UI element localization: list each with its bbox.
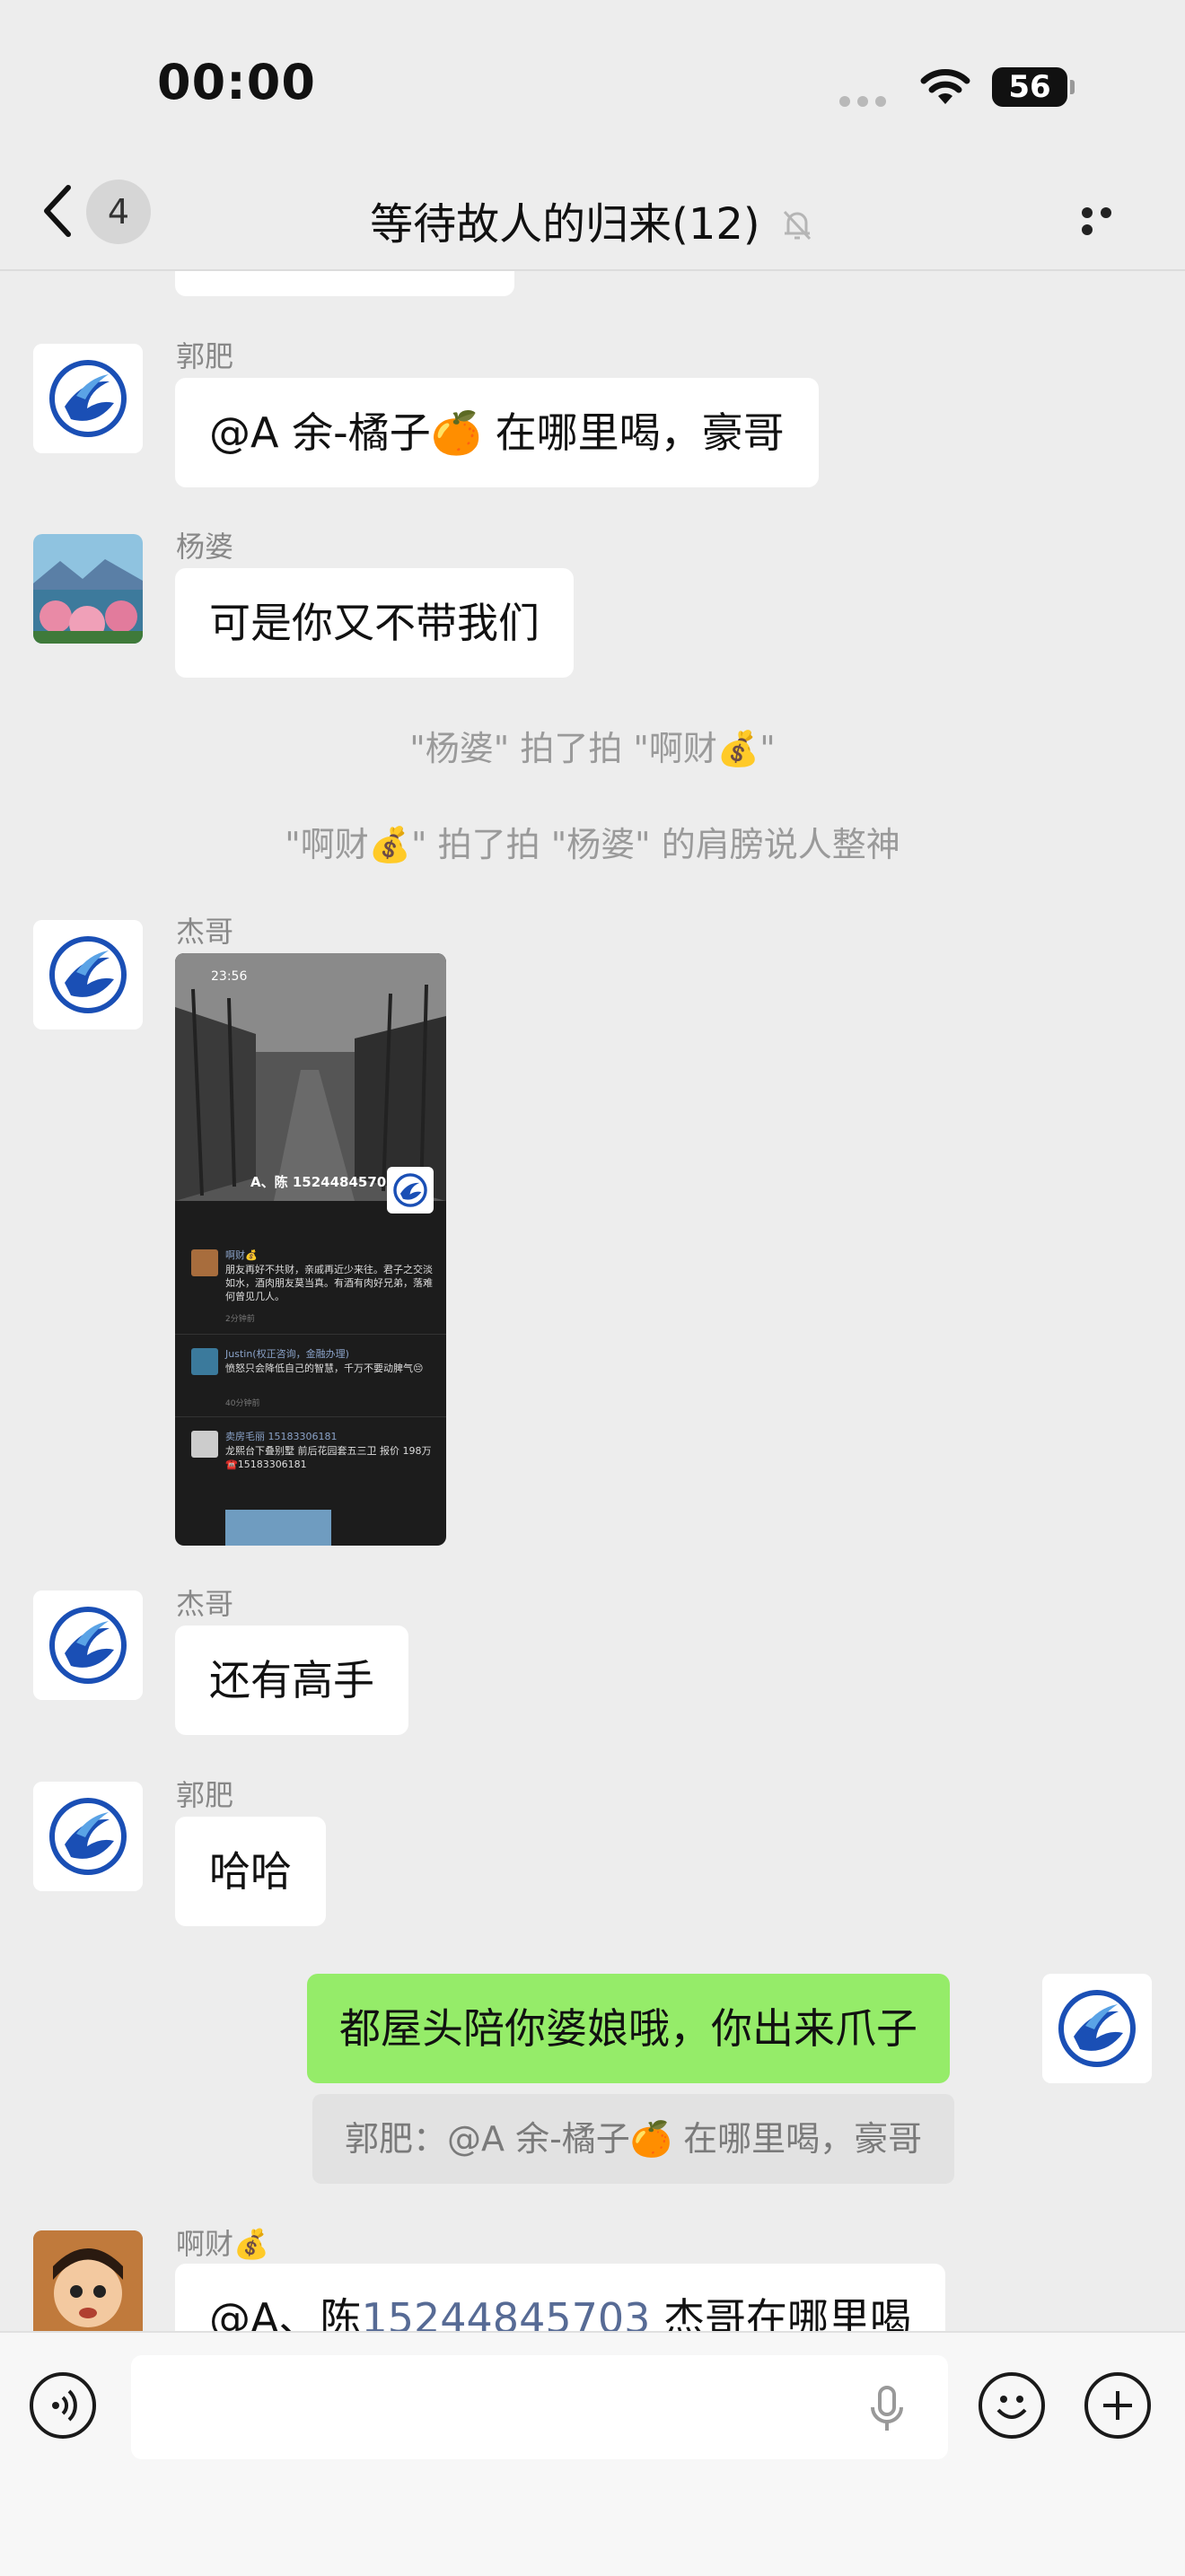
voice-toggle-button[interactable] [30,2372,96,2439]
battery-icon: 56 [992,67,1075,107]
avatar-logo-icon [33,344,143,453]
voice-wave-icon [52,2389,77,2422]
sender-name: 杰哥 [176,1587,234,1621]
sender-name: 杨婆 [176,530,234,564]
post-author: Justin(权正咨询，金融办理) [225,1348,349,1360]
screenshot-avatar [387,1167,434,1214]
message-text: 杰哥在哪里喝 [650,2294,912,2331]
avatar-landscape-icon [33,534,143,644]
message-bubble-partial[interactable] [175,271,514,296]
smiley-icon [996,2396,1027,2419]
system-notice: "啊财💰" 拍了拍 "杨婆" 的肩膀说人整神 [285,825,900,864]
avatar-logo-icon [33,1782,143,1891]
avatar-cartoon-icon [33,2230,143,2331]
avatar-logo-icon [33,920,143,1030]
message-bubble[interactable]: @A 余-橘子🍊 在哪里喝，豪哥 [175,378,819,487]
add-more-button[interactable] [1084,2372,1151,2439]
quoted-message[interactable]: 郭肥：@A 余-橘子🍊 在哪里喝，豪哥 [312,2094,955,2184]
post-avatar [191,1431,218,1458]
post-author: 卖房毛丽 15183306181 [225,1431,338,1442]
avatar[interactable] [33,1590,143,1700]
my-avatar[interactable] [1042,1974,1152,2083]
post-text: 愤怒只会降低自己的智慧，千万不要动脾气😔 [225,1362,424,1374]
post-text: 朋友再好不共财，亲戚再近少来往。君子之交淡如水，酒肉朋友莫当真。有酒有肉好兄弟，… [225,1264,433,1302]
message-bubble[interactable]: @A、陈15244845703 杰哥在哪里喝 [175,2264,946,2331]
moments-cover-photo [175,953,446,1201]
my-message-bubble[interactable]: 都屋头陪你婆娘哦，你出来爪子 [307,1974,950,2083]
screenshot-profile-name: A、陈 15244845703 [250,1174,396,1190]
mention-text: @A、陈 [209,2294,362,2331]
chat-title: 等待故人的归来(12) [0,188,1185,251]
more-options-icon[interactable] [1082,205,1136,235]
sender-name: 杰哥 [176,915,234,949]
phone-link[interactable]: 15244845703 [361,2294,650,2331]
avatar[interactable] [33,920,143,1030]
signal-icon [839,93,904,107]
avatar[interactable] [33,1782,143,1891]
avatar[interactable] [33,534,143,644]
avatar[interactable] [33,2230,143,2331]
status-bar: 00:00 56 [0,0,1185,171]
post-author: 啊财💰 [225,1249,258,1261]
image-message[interactable]: 23:56 A、陈 15244845703 啊财💰 朋友再好不共财，亲戚再近少来… [175,953,446,1546]
message-input[interactable] [131,2355,948,2459]
sender-name: 郭肥 [176,339,234,373]
post-image [225,1510,331,1546]
message-bubble[interactable]: 还有高手 [175,1625,408,1735]
post-text: 龙熙台下叠别墅 前后花园套五三卫 报价 198万 ☎️15183306181 [225,1445,432,1470]
sender-name: 啊财💰 [176,2227,269,2261]
emoji-button[interactable] [979,2372,1045,2439]
avatar-logo-icon [1042,1974,1152,2083]
avatar[interactable] [33,344,143,453]
screenshot-time: 23:56 [211,969,248,984]
post-time: 2分钟前 [225,1315,255,1324]
status-time: 00:00 [157,54,316,110]
avatar-logo-icon [33,1590,143,1700]
chat-title-text: 等待故人的归来(12) [370,199,760,250]
wifi-icon [920,69,970,104]
message-row-partial: 啊财💰 @A、陈15244845703 杰哥在哪里喝 [0,2217,1185,2331]
microphone-icon[interactable] [869,2384,905,2434]
post-avatar [191,1249,218,1276]
post-avatar [191,1348,218,1375]
sender-name: 郭肥 [176,1778,234,1812]
message-bubble[interactable]: 哈哈 [175,1817,326,1926]
avatar-logo-icon [393,1173,427,1207]
mute-bell-icon [783,210,812,241]
post-time: 40分钟前 [225,1399,260,1408]
message-bubble[interactable]: 可是你又不带我们 [175,568,574,678]
plus-icon [1103,2391,1132,2420]
system-notice: "杨婆" 拍了拍 "啊财💰" [409,729,776,768]
